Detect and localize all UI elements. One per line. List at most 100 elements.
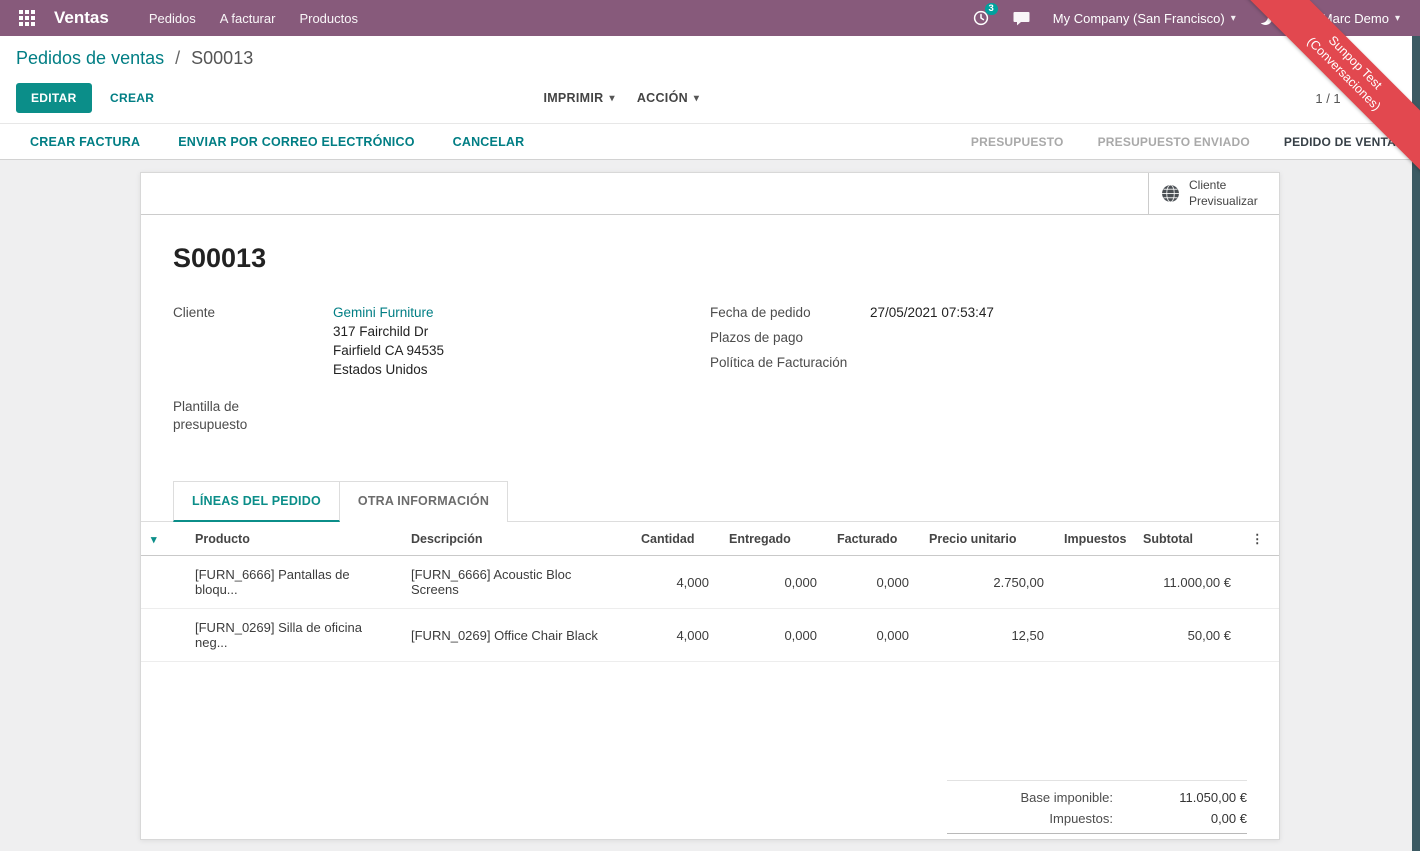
customer-preview-label: Cliente Previsualizar [1189, 178, 1267, 209]
print-menu-button[interactable]: IMPRIMIR ▾ [543, 91, 614, 105]
action-label: ACCIÓN [637, 91, 688, 105]
breadcrumb-parent[interactable]: Pedidos de ventas [16, 48, 164, 68]
chat-icon [1013, 10, 1030, 26]
tab-order-lines[interactable]: LÍNEAS DEL PEDIDO [173, 481, 340, 522]
col-cantidad: Cantidad [631, 522, 719, 556]
cell-producto[interactable]: [FURN_6666] Pantallas de bloqu... [185, 556, 401, 609]
vertical-scrollbar[interactable] [1412, 36, 1420, 851]
edit-button[interactable]: EDITAR [16, 83, 92, 113]
app-title[interactable]: Ventas [54, 8, 109, 28]
customer-link[interactable]: Gemini Furniture [333, 305, 434, 320]
cancel-button[interactable]: CANCELAR [439, 129, 539, 155]
action-menu-button[interactable]: ACCIÓN ▾ [637, 91, 699, 105]
activities-button[interactable]: 3 [964, 4, 998, 32]
pager-previous-button[interactable]: ‹ [1355, 87, 1378, 110]
cell-descripcion[interactable]: [FURN_0269] Office Chair Black [401, 609, 631, 662]
field-group-right: Fecha de pedido 27/05/2021 07:53:47 Plaz… [710, 302, 1247, 439]
cp-buttons-center: IMPRIMIR ▾ ACCIÓN ▾ [543, 91, 699, 105]
col-precio-unitario: Precio unitario [919, 522, 1054, 556]
apps-grid-icon[interactable] [12, 0, 42, 36]
customer-address-line: 317 Fairchild Dr [333, 323, 444, 342]
col-entregado: Entregado [719, 522, 827, 556]
invoicing-policy-label: Política de Facturación [710, 352, 870, 375]
customer-field-value: Gemini Furniture 317 Fairchild Dr Fairfi… [333, 302, 444, 382]
moon-icon [1259, 12, 1272, 25]
cell-impuestos[interactable] [1054, 609, 1133, 662]
col-descripcion: Descripción [401, 522, 631, 556]
tab-other-info[interactable]: OTRA INFORMACIÓN [340, 481, 508, 522]
customer-address-line: Estados Unidos [333, 361, 444, 380]
statusbar: CREAR FACTURA ENVIAR POR CORREO ELECTRÓN… [0, 123, 1420, 160]
order-line-row[interactable]: [FURN_6666] Pantallas de bloqu... [FURN_… [141, 556, 1280, 609]
cell-entregado[interactable]: 0,000 [719, 609, 827, 662]
cell-facturado[interactable]: 0,000 [827, 609, 919, 662]
menu-pedidos[interactable]: Pedidos [139, 2, 206, 35]
cell-facturado[interactable]: 0,000 [827, 556, 919, 609]
caret-down-icon: ▾ [694, 93, 699, 104]
cell-subtotal[interactable]: 50,00 € [1133, 609, 1241, 662]
order-date-value: 27/05/2021 07:53:47 [870, 302, 994, 325]
pager-next-button[interactable]: › [1381, 87, 1404, 110]
breadcrumb-current: S00013 [191, 48, 253, 68]
print-label: IMPRIMIR [543, 91, 603, 105]
taxes-value: 0,00 € [1127, 811, 1247, 826]
main-menu: Pedidos A facturar Productos [139, 2, 368, 35]
pager-value[interactable]: 1 / 1 [1315, 91, 1340, 106]
untaxed-amount-label: Base imponible: [947, 790, 1127, 805]
expand-caret-icon[interactable]: ▾ [151, 534, 157, 546]
col-producto: Producto [185, 522, 401, 556]
order-totals: Base imponible: 11.050,00 € Impuestos: 0… [947, 780, 1247, 840]
cp-buttons-left: EDITAR CREAR [16, 83, 168, 113]
form-view-area: Cliente Previsualizar S00013 Cliente Gem… [0, 160, 1420, 847]
menu-a-facturar[interactable]: A facturar [210, 2, 286, 35]
send-by-email-button[interactable]: ENVIAR POR CORREO ELECTRÓNICO [164, 129, 428, 155]
cell-cantidad[interactable]: 4,000 [631, 609, 719, 662]
caret-down-icon: ▾ [609, 93, 614, 104]
cell-impuestos[interactable] [1054, 556, 1133, 609]
cell-subtotal[interactable]: 11.000,00 € [1133, 556, 1241, 609]
quotation-template-label: Plantilla de presupuesto [173, 396, 283, 438]
column-options-icon[interactable]: ⋮ [1241, 522, 1280, 556]
breadcrumb-separator: / [175, 48, 180, 68]
breadcrumb: Pedidos de ventas / S00013 [16, 48, 1404, 69]
statusbar-states: PRESUPUESTO PRESUPUESTO ENVIADO PEDIDO D… [971, 135, 1396, 149]
col-subtotal: Subtotal [1133, 522, 1241, 556]
state-pedido-de-venta[interactable]: PEDIDO DE VENTA [1284, 135, 1396, 149]
caret-down-icon: ▾ [1231, 13, 1236, 24]
cell-descripcion[interactable]: [FURN_6666] Acoustic Bloc Screens [401, 556, 631, 609]
messages-button[interactable] [1004, 4, 1039, 32]
globe-icon [1161, 184, 1180, 203]
statusbar-buttons: CREAR FACTURA ENVIAR POR CORREO ELECTRÓN… [16, 129, 538, 155]
order-line-row[interactable]: [FURN_0269] Silla de oficina neg... [FUR… [141, 609, 1280, 662]
order-lines-table: ▾ Producto Descripción Cantidad Entregad… [141, 522, 1280, 662]
button-box: Cliente Previsualizar [141, 173, 1279, 215]
customer-preview-button[interactable]: Cliente Previsualizar [1148, 173, 1279, 214]
customer-address-line: Fairfield CA 94535 [333, 342, 444, 361]
field-groups: Cliente Gemini Furniture 317 Fairchild D… [173, 302, 1247, 439]
user-menu[interactable]: Marc Demo ▾ [1287, 2, 1408, 35]
cell-producto[interactable]: [FURN_0269] Silla de oficina neg... [185, 609, 401, 662]
form-sheet: Cliente Previsualizar S00013 Cliente Gem… [140, 172, 1280, 840]
avatar [1295, 8, 1316, 29]
state-presupuesto[interactable]: PRESUPUESTO [971, 135, 1064, 149]
caret-down-icon: ▾ [1395, 13, 1400, 24]
untaxed-amount-value: 11.050,00 € [1127, 790, 1247, 805]
state-presupuesto-enviado[interactable]: PRESUPUESTO ENVIADO [1098, 135, 1250, 149]
cell-precio-unitario[interactable]: 2.750,00 [919, 556, 1054, 609]
create-button[interactable]: CREAR [96, 84, 168, 112]
top-navbar: Ventas Pedidos A facturar Productos 3 My… [0, 0, 1420, 36]
dark-mode-toggle[interactable] [1250, 6, 1281, 31]
activity-badge: 3 [985, 3, 998, 15]
col-impuestos: Impuestos [1054, 522, 1133, 556]
control-panel: Pedidos de ventas / S00013 EDITAR CREAR … [0, 36, 1420, 123]
cell-entregado[interactable]: 0,000 [719, 556, 827, 609]
notebook-tabs: LÍNEAS DEL PEDIDO OTRA INFORMACIÓN [141, 481, 1279, 522]
menu-productos[interactable]: Productos [289, 2, 368, 35]
company-switcher[interactable]: My Company (San Francisco) ▾ [1045, 5, 1244, 32]
create-invoice-button[interactable]: CREAR FACTURA [16, 129, 154, 155]
customer-field-label: Cliente [173, 302, 333, 382]
field-group-left: Cliente Gemini Furniture 317 Fairchild D… [173, 302, 710, 439]
cell-precio-unitario[interactable]: 12,50 [919, 609, 1054, 662]
cell-cantidad[interactable]: 4,000 [631, 556, 719, 609]
col-facturado: Facturado [827, 522, 919, 556]
